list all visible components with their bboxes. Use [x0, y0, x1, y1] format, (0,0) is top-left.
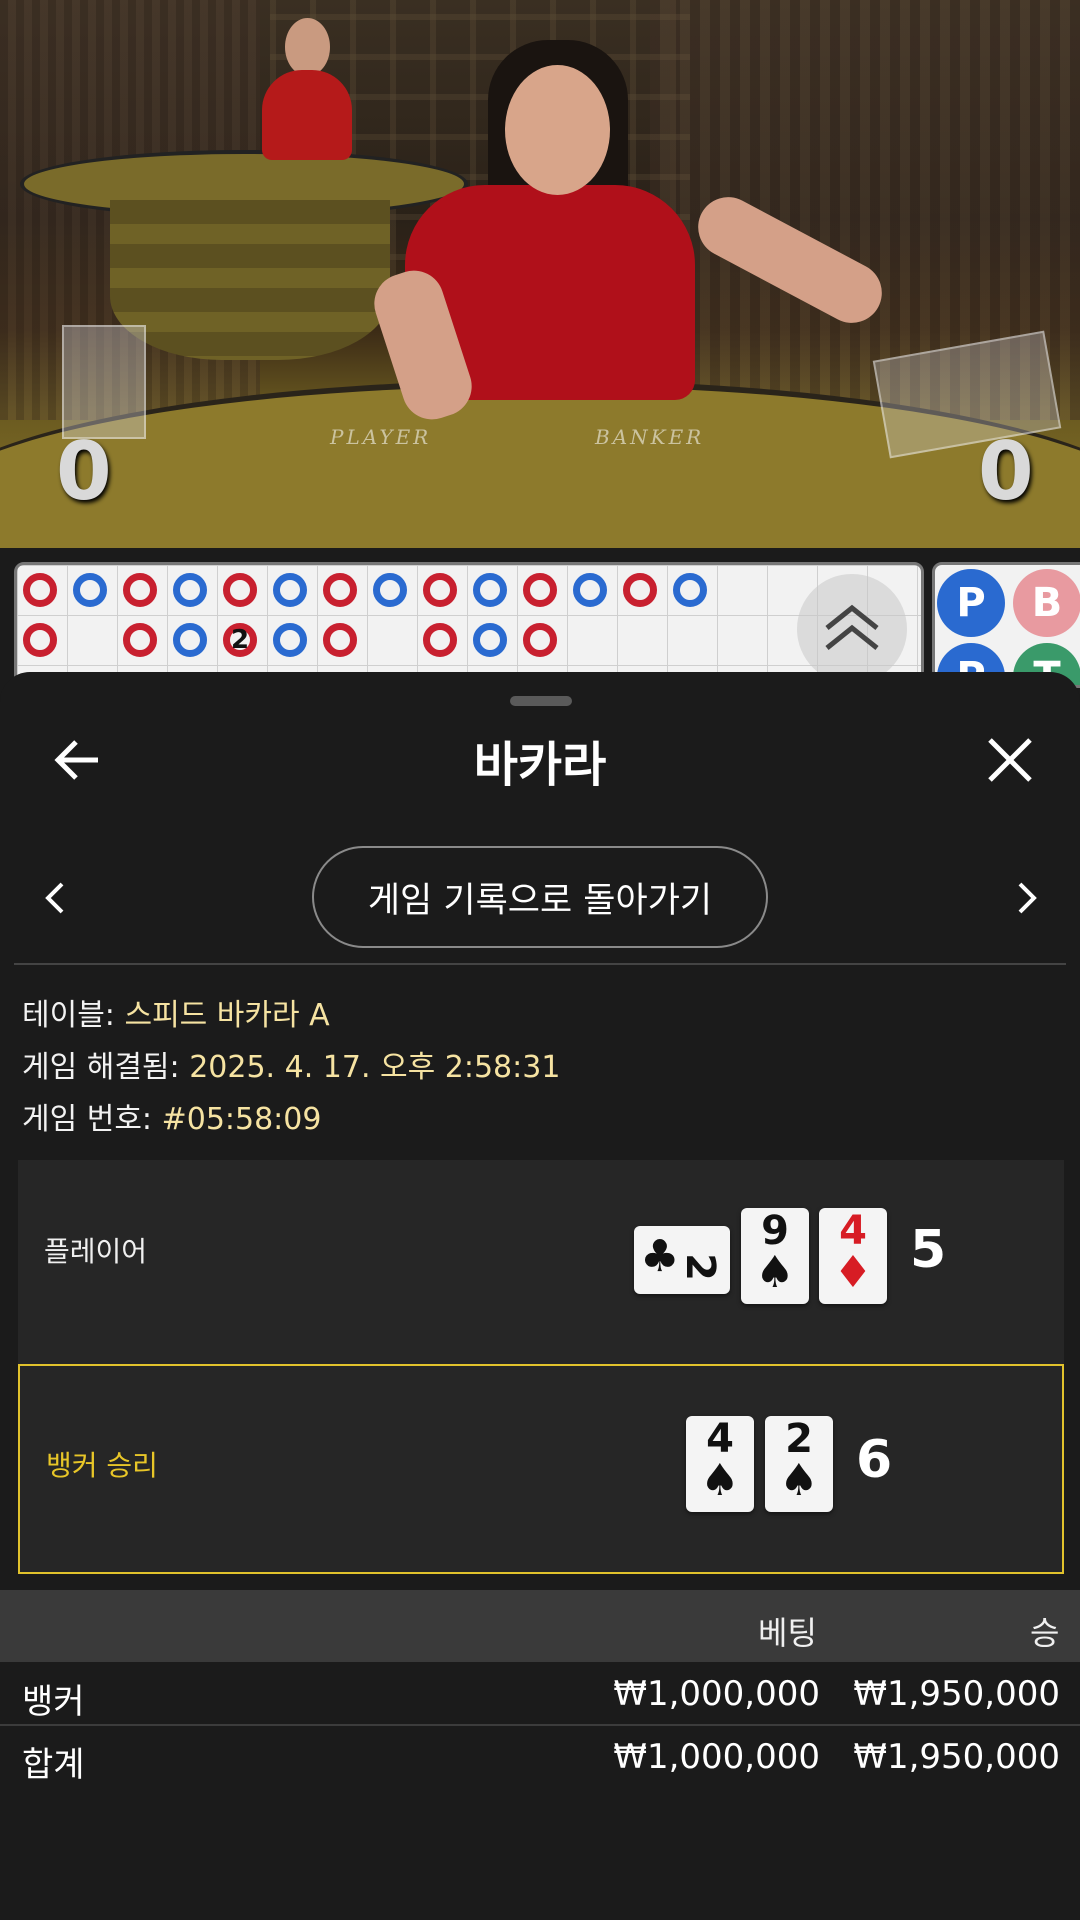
playing-card: ♣ 2	[634, 1226, 730, 1294]
banker-hand-label: 뱅커 승리	[46, 1449, 158, 1482]
bet-name: 뱅커	[22, 1682, 85, 1722]
divider	[0, 1724, 1080, 1726]
close-icon	[988, 738, 1032, 782]
bead-banker	[523, 623, 557, 657]
bead-banker	[23, 623, 57, 657]
prediction-panel[interactable]: P B P T	[932, 562, 1080, 688]
next-game-button[interactable]	[1010, 878, 1044, 918]
table-value: 스피드 바카라 A	[124, 998, 330, 1033]
bead-banker	[123, 623, 157, 657]
previous-game-button[interactable]	[38, 878, 72, 918]
bead-player	[273, 573, 307, 607]
bead-player	[473, 573, 507, 607]
banker-total: 6	[856, 1430, 893, 1490]
banker-prediction[interactable]: B	[1013, 569, 1080, 637]
player-hand-label: 플레이어	[44, 1235, 148, 1268]
player-score: 0	[56, 425, 112, 518]
dealer	[505, 65, 610, 195]
table-row: 합계 ₩1,000,000 ₩1,950,000	[0, 1727, 1080, 1789]
bead-banker	[323, 623, 357, 657]
card-suit: ♠	[779, 1455, 819, 1506]
bead-banker	[623, 573, 657, 607]
column-header-bet: 베팅	[758, 1614, 817, 1652]
player-prediction[interactable]: P	[937, 569, 1005, 637]
page-title: 바카라	[473, 737, 607, 793]
bead-player	[373, 573, 407, 607]
bead-banker	[423, 573, 457, 607]
bead-player	[273, 623, 307, 657]
card-suit: ♣	[640, 1231, 680, 1282]
bead-player	[473, 623, 507, 657]
win-amount: ₩1,950,000	[853, 1674, 1060, 1714]
resolved-label: 게임 해결됨:	[22, 1050, 180, 1085]
close-button[interactable]	[982, 732, 1038, 788]
bead-player	[673, 573, 707, 607]
background-table-base	[110, 200, 390, 360]
bead-banker	[223, 573, 257, 607]
total-win-amount: ₩1,950,000	[853, 1737, 1060, 1777]
game-number-info: 게임 번호: #05:58:09	[22, 1094, 321, 1138]
bets-table-header: 베팅 승	[0, 1590, 1080, 1662]
divider	[14, 963, 1066, 965]
resolved-info: 게임 해결됨: 2025. 4. 17. 오후 2:58:31	[22, 1042, 560, 1086]
table-label: 테이블:	[22, 998, 115, 1033]
bet-amount: ₩1,000,000	[613, 1674, 820, 1714]
bead-banker	[323, 573, 357, 607]
player-total: 5	[910, 1220, 947, 1280]
table-row: 뱅커 ₩1,000,000 ₩1,950,000	[0, 1664, 1080, 1726]
bead-banker	[423, 623, 457, 657]
bead-player	[173, 623, 207, 657]
bead-banker	[523, 573, 557, 607]
banker-score: 0	[978, 425, 1034, 518]
player-hand-row: 플레이어 ♣ 2 9 ♠ 4 ♦ 5	[18, 1160, 1064, 1364]
bead-player	[573, 573, 607, 607]
card-suit: ♠	[700, 1455, 740, 1506]
table-info: 테이블: 스피드 바카라 A	[22, 990, 330, 1034]
live-video-feed: PLAYER BANKER 0 0	[0, 0, 1080, 548]
chevron-left-icon	[45, 882, 64, 914]
card-suit: ♦	[833, 1247, 873, 1298]
column-header-win: 승	[1030, 1614, 1060, 1652]
tie-marker: 2	[230, 625, 250, 655]
expand-roadmap-button[interactable]	[797, 574, 907, 684]
table-player-text: PLAYER	[330, 425, 432, 449]
game-number-label: 게임 번호:	[22, 1102, 153, 1137]
playing-card: 4 ♠	[686, 1416, 754, 1512]
playing-card: 2 ♠	[765, 1416, 833, 1512]
table-banker-text: BANKER	[595, 425, 705, 449]
back-to-history-button[interactable]: 게임 기록으로 돌아가기	[312, 846, 768, 948]
total-bet-amount: ₩1,000,000	[613, 1737, 820, 1777]
card-shoe	[62, 325, 146, 439]
bead-player	[73, 573, 107, 607]
card-suit: ♠	[755, 1247, 795, 1298]
bead-banker	[23, 573, 57, 607]
game-number-value: #05:58:09	[161, 1102, 322, 1137]
resolved-value: 2025. 4. 17. 오후 2:58:31	[189, 1050, 561, 1085]
double-chevron-up-icon	[825, 604, 879, 650]
playing-card: 9 ♠	[741, 1208, 809, 1304]
bead-road[interactable]: 2	[14, 562, 924, 688]
banker-hand-row: 뱅커 승리 4 ♠ 2 ♠ 6	[18, 1364, 1064, 1574]
playing-card: 4 ♦	[819, 1208, 887, 1304]
chevron-right-icon	[1018, 882, 1037, 914]
bead-player	[173, 573, 207, 607]
total-name: 합계	[22, 1745, 85, 1785]
bead-banker	[123, 573, 157, 607]
background-dealer	[262, 70, 352, 160]
card-rank: 2	[676, 1253, 723, 1281]
sheet-drag-handle[interactable]	[510, 696, 572, 706]
background-dealer	[285, 18, 330, 76]
